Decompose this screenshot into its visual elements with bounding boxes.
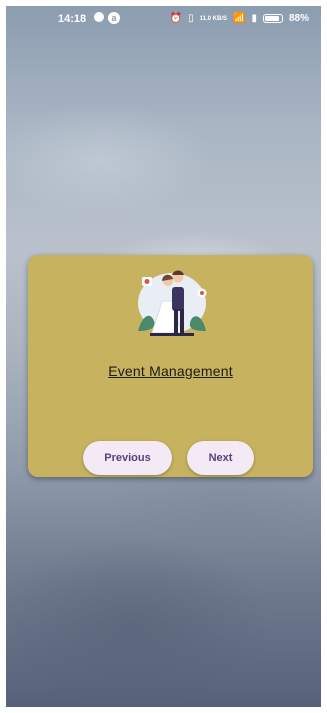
event-card: Event Management Previous Next [28, 255, 313, 477]
alarm-icon: ⏰ [169, 13, 183, 24]
previous-button[interactable]: Previous [83, 441, 172, 475]
next-button[interactable]: Next [187, 441, 254, 475]
battery-fill [264, 16, 279, 21]
status-right: ⏰ ▯ 11.0 KB/S 📶 ▮ 88% [170, 13, 309, 24]
wedding-couple-icon [138, 270, 207, 336]
screen: 14:18 a ⏰ ▯ 11.0 KB/S 📶 ▮ 88% Event Mana… [6, 6, 321, 707]
battery-percent: 88% [288, 13, 309, 24]
app-a-icon: a [108, 12, 120, 24]
status-bar: 14:18 a ⏰ ▯ 11.0 KB/S 📶 ▮ 88% [6, 6, 321, 32]
signal-icon: ▮ [251, 13, 257, 24]
card-title[interactable]: Event Management [28, 363, 313, 379]
net-speed: 11.0 KB/S [199, 15, 228, 22]
status-left-icons: a [94, 12, 120, 24]
vibrate-icon: ▯ [188, 13, 194, 24]
wifi-icon: 📶 [233, 13, 246, 24]
status-time: 14:18 [58, 13, 87, 25]
battery-icon [262, 14, 283, 23]
notification-icon [94, 12, 104, 22]
